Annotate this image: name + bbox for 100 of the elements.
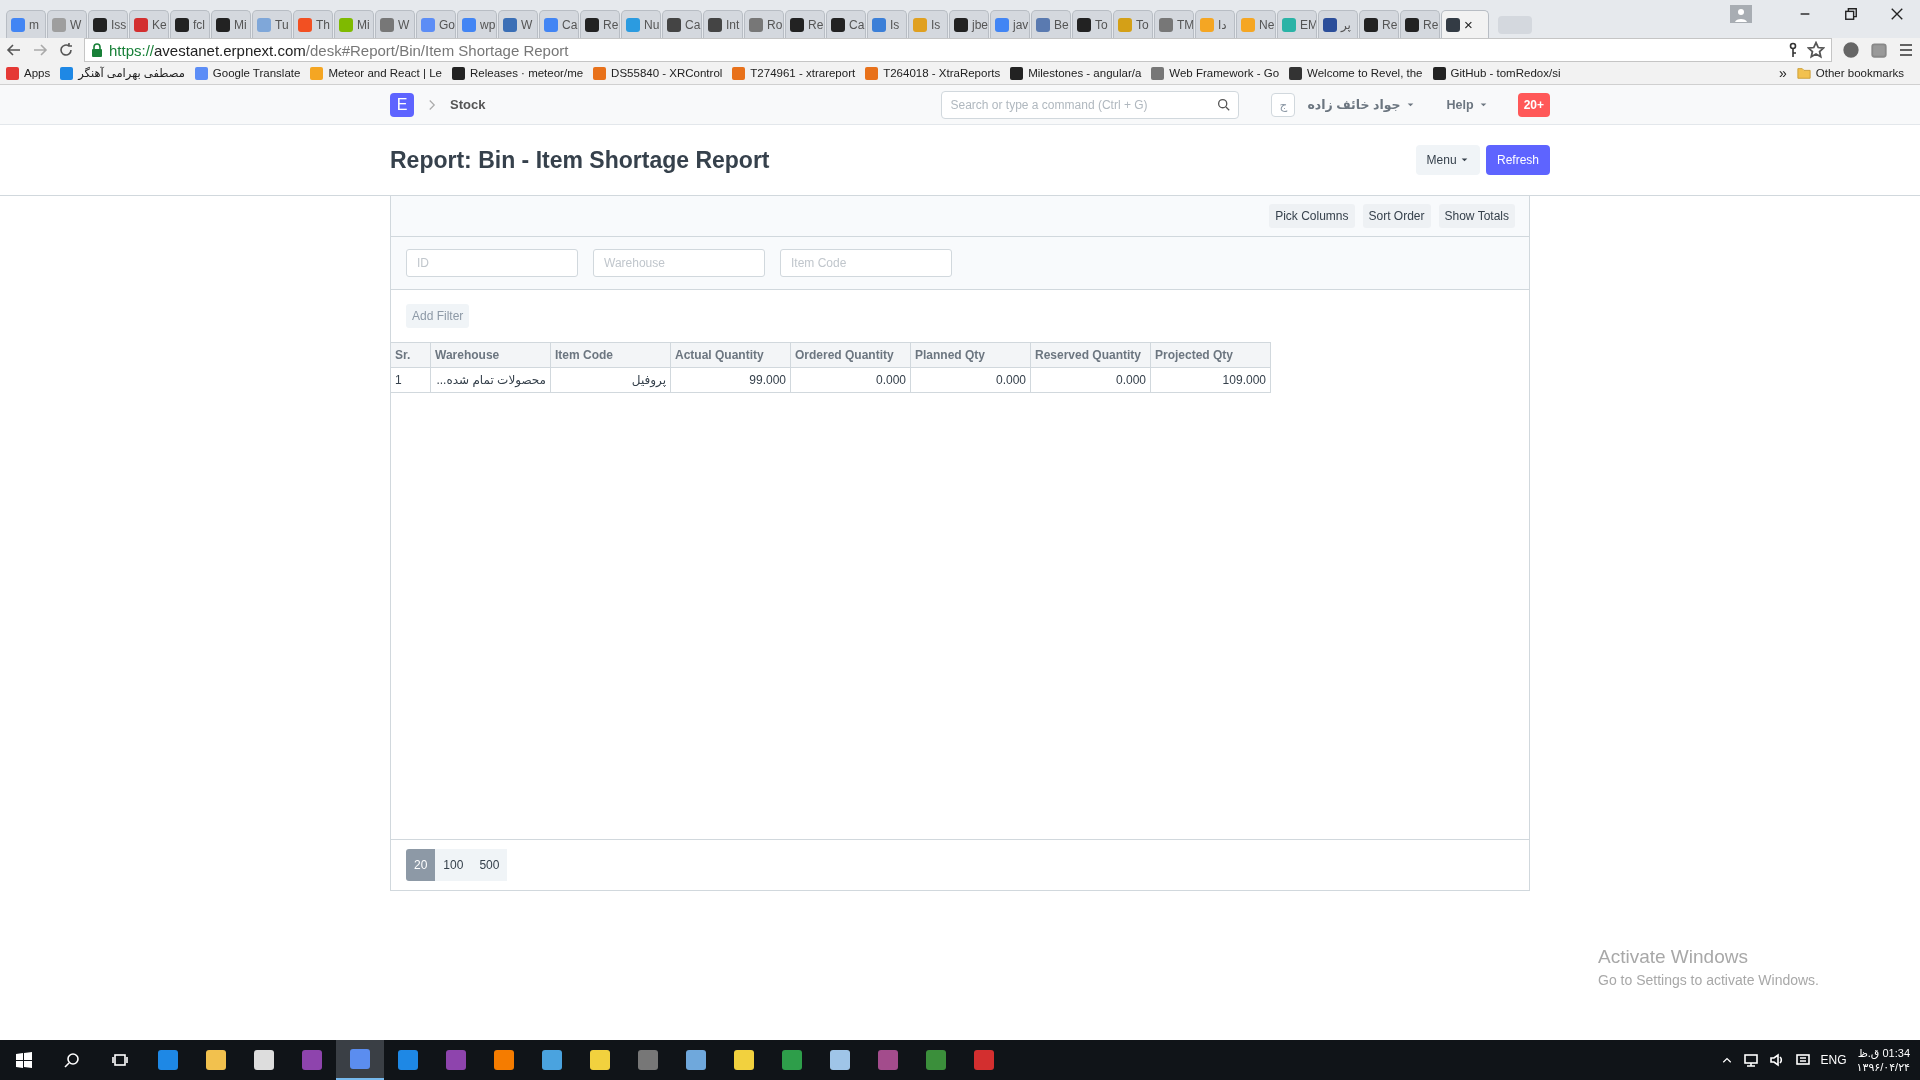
browser-tab[interactable]: Ca xyxy=(662,10,702,38)
notifications-icon xyxy=(1794,1052,1811,1068)
browser-tab[interactable]: fcl xyxy=(170,10,210,38)
filter-field[interactable]: Item Code xyxy=(780,249,952,277)
bookmark-link[interactable]: مصطفی بهرامی آهنگر xyxy=(60,66,185,80)
bookmark-link[interactable]: DS55840 - XRControl xyxy=(593,66,723,80)
browser-tab[interactable]: Ke xyxy=(129,10,169,38)
bookmark-link[interactable]: Google Translate xyxy=(194,66,301,80)
toolbar-button[interactable]: Show Totals xyxy=(1438,204,1515,228)
table-cell: 1 xyxy=(391,367,431,393)
bookmark-link[interactable]: Apps xyxy=(6,66,51,80)
browser-tab[interactable]: Iss xyxy=(88,10,128,38)
table-cell: پروفیل xyxy=(550,367,671,393)
page-size-button[interactable]: 500 xyxy=(471,849,508,881)
star-icon xyxy=(1807,41,1825,59)
bookmark-link[interactable]: T264018 - XtraReports xyxy=(865,66,1001,80)
back-icon xyxy=(6,42,22,58)
browser-tab[interactable]: W xyxy=(498,10,538,38)
bookmark-link[interactable]: Web Framework - Go xyxy=(1151,66,1280,80)
user-menu[interactable]: جواد خائف زاده xyxy=(1307,97,1415,112)
browser-tab[interactable]: Mi xyxy=(211,10,251,38)
task-view-icon xyxy=(112,1052,128,1068)
activation-text: Go to Settings to activate Windows. xyxy=(1598,972,1819,988)
app-logo[interactable]: E xyxy=(390,92,414,117)
column-header: Actual Quantity xyxy=(670,342,791,368)
restore-icon xyxy=(1844,7,1858,21)
caret-icon xyxy=(1478,100,1488,109)
column-header: Projected Qty xyxy=(1150,342,1271,368)
browser-tab[interactable]: Re xyxy=(580,10,620,38)
caret-icon xyxy=(1405,100,1415,109)
menu-icon xyxy=(1898,42,1914,58)
menu-button[interactable]: Menu xyxy=(1415,145,1480,175)
toolbar-button[interactable]: Pick Columns xyxy=(1269,204,1355,228)
browser-tab[interactable]: To xyxy=(1072,10,1112,38)
browser-tab[interactable]: TM xyxy=(1154,10,1194,38)
browser-tab[interactable]: W xyxy=(47,10,87,38)
browser-tab[interactable]: Int xyxy=(703,10,743,38)
bookmark-link[interactable]: Milestones - angular/a xyxy=(1010,66,1142,80)
forward-icon xyxy=(32,42,48,58)
browser-tab[interactable]: wp xyxy=(457,10,497,38)
browser-tab[interactable]: To xyxy=(1113,10,1153,38)
browser-tab[interactable]: Ca xyxy=(826,10,866,38)
refresh-button[interactable]: Refresh xyxy=(1485,145,1550,175)
reload-icon xyxy=(58,42,74,58)
language-indicator[interactable]: ENG xyxy=(1820,1053,1847,1067)
browser-tab[interactable]: m xyxy=(6,10,46,38)
table-cell: محصولات تمام شده... xyxy=(430,367,551,393)
breadcrumb-link[interactable]: Stock xyxy=(450,97,486,112)
bookmark-link[interactable]: GitHub - tomRedox/si xyxy=(1432,66,1561,80)
column-header: Item Code xyxy=(550,342,671,368)
notification-badge[interactable]: 20+ xyxy=(1517,92,1550,117)
browser-tab[interactable]: Th xyxy=(293,10,333,38)
user-avatar[interactable]: ج xyxy=(1271,92,1296,117)
browser-tab[interactable]: Ro xyxy=(744,10,784,38)
help-menu[interactable]: Help xyxy=(1446,97,1488,112)
caret-icon xyxy=(1459,155,1469,164)
bookmark-link[interactable]: T274961 - xtrareport xyxy=(732,66,856,80)
volume-icon xyxy=(1768,1052,1785,1068)
browser-tab[interactable]: × xyxy=(1441,10,1489,38)
browser-tab[interactable]: Re xyxy=(1359,10,1399,38)
search-icon xyxy=(1217,98,1231,111)
column-header: Warehouse xyxy=(430,342,551,368)
browser-tab[interactable]: Re xyxy=(785,10,825,38)
browser-tab[interactable]: Be xyxy=(1031,10,1071,38)
browser-tab[interactable]: Is xyxy=(908,10,948,38)
browser-tab[interactable]: jbe xyxy=(949,10,989,38)
browser-tab[interactable]: Re xyxy=(1400,10,1440,38)
browser-tab[interactable]: دا xyxy=(1195,10,1235,38)
browser-tab[interactable]: W xyxy=(375,10,415,38)
more-bookmarks-button[interactable]: » xyxy=(1779,65,1787,81)
filter-field[interactable]: ID xyxy=(406,249,578,277)
network-icon xyxy=(1742,1052,1759,1068)
page-size-button[interactable]: 100 xyxy=(435,849,472,881)
address-bar[interactable]: https://avestanet.erpnext.com/desk#Report/Bin/Item Shortage Report xyxy=(84,38,1832,62)
page-title: Report: Bin - Item Shortage Report xyxy=(390,146,771,174)
clock[interactable]: 01:34 ق.ظ ۱۳۹۶/۰۴/۲۴ xyxy=(1856,1046,1910,1074)
bookmark-link[interactable]: Welcome to Revel, the xyxy=(1289,66,1423,80)
table-cell: 0.000 xyxy=(790,367,911,393)
browser-tab[interactable]: Is xyxy=(867,10,907,38)
bookmark-link[interactable]: Releases · meteor/me xyxy=(452,66,584,80)
search-icon xyxy=(64,1052,80,1068)
browser-tab[interactable]: Nu xyxy=(621,10,661,38)
toolbar-button[interactable]: Sort Order xyxy=(1362,204,1431,228)
other-bookmarks-link[interactable]: Other bookmarks xyxy=(1796,66,1904,80)
page-size-button[interactable]: 20 xyxy=(406,849,436,881)
extension-icon xyxy=(1870,41,1888,59)
activation-title: Activate Windows xyxy=(1598,946,1749,968)
table-cell: 99.000 xyxy=(670,367,791,393)
filter-field[interactable]: Warehouse xyxy=(593,249,765,277)
browser-tab[interactable]: Go xyxy=(416,10,456,38)
browser-tab[interactable]: Ca xyxy=(539,10,579,38)
browser-tab[interactable]: Ne xyxy=(1236,10,1276,38)
lock-icon xyxy=(91,43,103,57)
browser-tab[interactable]: jav xyxy=(990,10,1030,38)
browser-tab[interactable]: پر xyxy=(1318,10,1358,38)
bookmark-link[interactable]: Meteor and React | Le xyxy=(310,66,442,80)
browser-tab[interactable]: Tu xyxy=(252,10,292,38)
folder-icon xyxy=(1796,66,1811,80)
browser-tab[interactable]: Mi xyxy=(334,10,374,38)
extension-icon xyxy=(1842,41,1860,59)
